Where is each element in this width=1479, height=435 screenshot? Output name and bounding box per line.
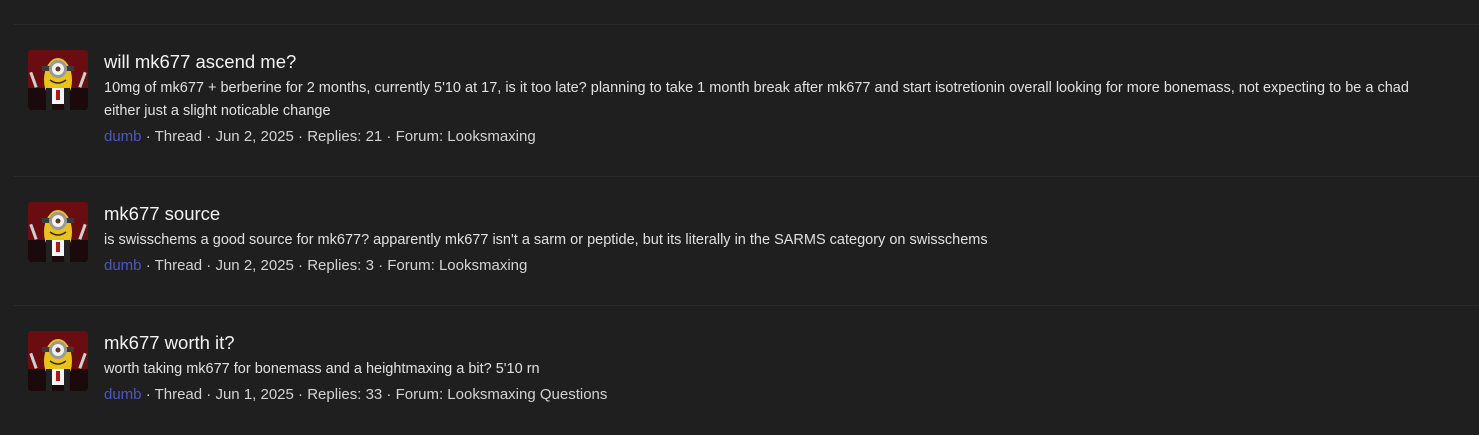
minion-avatar-icon[interactable] <box>28 331 88 391</box>
result-snippet: is swisschems a good source for mk677? a… <box>104 232 988 248</box>
forum-label: Forum: <box>395 386 444 403</box>
author-link[interactable]: dumb <box>104 257 142 274</box>
meta-separator: · <box>293 128 308 145</box>
post-date: Jun 1, 2025 <box>215 386 294 403</box>
meta-separator: · <box>202 128 216 145</box>
search-result-item: mk677 source is swisschems a good source… <box>14 177 1479 306</box>
reply-count: Replies: 21 <box>307 128 383 145</box>
reply-count: Replies: 3 <box>307 257 374 274</box>
search-result-item: mk677 worth it? worth taking mk677 for b… <box>14 306 1479 435</box>
result-title-link[interactable]: mk677 worth it? <box>104 331 1429 355</box>
meta-separator: · <box>293 257 308 274</box>
result-meta: dumb · Thread · Jun 2, 2025 · Replies: 2… <box>104 127 1429 147</box>
meta-separator: · <box>141 128 155 145</box>
forum-link[interactable]: Looksmaxing <box>439 257 527 274</box>
result-title-link[interactable]: will mk677 ascend me? <box>104 50 1429 74</box>
minion-avatar-icon[interactable] <box>28 202 88 262</box>
meta-separator: · <box>202 257 216 274</box>
meta-separator: · <box>382 386 396 403</box>
content-type: Thread <box>154 128 203 145</box>
result-content: mk677 worth it? worth taking mk677 for b… <box>104 331 1429 405</box>
post-date: Jun 2, 2025 <box>215 128 294 145</box>
result-snippet: worth taking mk677 for bonemass and a he… <box>104 361 540 377</box>
search-results: will mk677 ascend me? 10mg of mk677 + be… <box>0 0 1479 435</box>
meta-separator: · <box>293 386 308 403</box>
result-snippet: 10mg of mk677 + berberine for 2 months, … <box>104 80 1409 119</box>
search-result-item: will mk677 ascend me? 10mg of mk677 + be… <box>14 25 1479 177</box>
result-content: mk677 source is swisschems a good source… <box>104 202 1429 276</box>
meta-separator: · <box>202 386 216 403</box>
meta-separator: · <box>141 257 155 274</box>
forum-label: Forum: <box>395 128 444 145</box>
author-link[interactable]: dumb <box>104 128 142 145</box>
minion-avatar-icon[interactable] <box>28 50 88 110</box>
content-type: Thread <box>154 386 203 403</box>
reply-count: Replies: 33 <box>307 386 383 403</box>
result-meta: dumb · Thread · Jun 1, 2025 · Replies: 3… <box>104 385 1429 405</box>
forum-label: Forum: <box>387 257 435 274</box>
forum-link[interactable]: Looksmaxing <box>447 128 535 145</box>
forum-link[interactable]: Looksmaxing Questions <box>447 386 607 403</box>
meta-separator: · <box>382 128 396 145</box>
meta-separator: · <box>373 257 388 274</box>
result-title-link[interactable]: mk677 source <box>104 202 1429 226</box>
result-content: will mk677 ascend me? 10mg of mk677 + be… <box>104 50 1429 147</box>
author-link[interactable]: dumb <box>104 386 142 403</box>
content-type: Thread <box>154 257 203 274</box>
meta-separator: · <box>141 386 155 403</box>
result-meta: dumb · Thread · Jun 2, 2025 · Replies: 3… <box>104 256 1429 276</box>
post-date: Jun 2, 2025 <box>215 257 294 274</box>
